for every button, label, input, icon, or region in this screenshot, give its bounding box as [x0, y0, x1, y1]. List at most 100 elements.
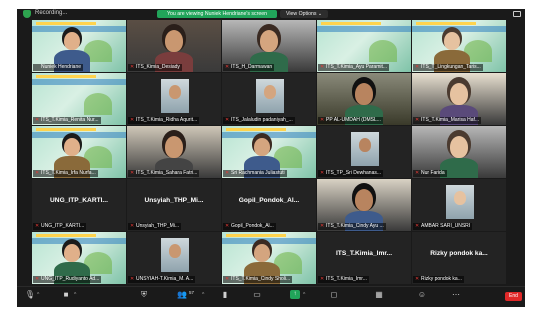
participant-tile[interactable]: ✕ Nur Farida: [412, 126, 506, 178]
participant-face: [355, 83, 373, 105]
participant-tile[interactable]: ✕ ITS_H_Darmawan: [222, 20, 316, 72]
participant-tile[interactable]: ✕ ITS_TP_Sri Dewhanas...: [317, 126, 411, 178]
participant-nameplate: ✕ Nur Farida: [413, 170, 447, 177]
video-camera-icon[interactable]: ■: [59, 290, 73, 300]
mic-muted-icon: ✕: [320, 223, 325, 229]
participants-chevron-icon[interactable]: ^: [202, 292, 204, 298]
participant-tile[interactable]: ✕ ITS_T.Kimia_Irfa Nurfa...: [32, 126, 126, 178]
video-options-chevron-icon[interactable]: ^: [74, 292, 76, 298]
view-options-button[interactable]: View Options ⌄: [280, 10, 329, 18]
participant-nameplate: ✕ ITS_Jalaludin padaniyah_...: [223, 117, 295, 124]
participant-tile[interactable]: ✕ ITS_T.Kimia_Ayu Paramit...: [317, 20, 411, 72]
mic-muted-icon: ✕: [225, 170, 230, 176]
participant-nameplate: ✕ ITS_H_Darmawan: [223, 64, 275, 71]
participant-name: ITS_T.Kimia_Marisa Haf...: [421, 117, 480, 123]
participants-count: 57: [189, 290, 195, 295]
participant-tile[interactable]: ✕ ITS_T.Kimia_Sahara Fatri...: [127, 126, 221, 178]
participant-tile[interactable]: ✕ ITS_Jalaludin padaniyah_...: [222, 73, 316, 125]
participant-name: ITS_T.Kimia_Renita Nur...: [41, 117, 99, 123]
chat-icon[interactable]: ▭: [250, 290, 264, 300]
mic-muted-icon: ✕: [225, 117, 230, 123]
mic-muted-icon: ✕: [130, 64, 135, 70]
participants-icon[interactable]: 👥: [175, 290, 189, 300]
participant-nameplate: ✕ ITS_T.Kimia_Ridha Aqurit...: [128, 117, 200, 124]
participant-tile[interactable]: Nuniek Hendriane: [32, 20, 126, 72]
participant-nameplate: Nuniek Hendriane: [33, 64, 84, 71]
security-shield-icon[interactable]: [23, 10, 31, 18]
participant-tile[interactable]: ✕ Sri Rachmania Juliastuti: [222, 126, 316, 178]
mic-muted-icon: ✕: [320, 170, 325, 176]
participant-tile[interactable]: ✕ ITS_Kimia_Desiady: [127, 20, 221, 72]
audio-options-chevron-icon[interactable]: ^: [37, 292, 39, 298]
slide-header-band: [226, 234, 286, 237]
participant-name-center: Unsyiah_THP_Mi...: [144, 197, 204, 204]
participant-tile[interactable]: ✕ UNG_ITP_Rudiyanto Ad...: [32, 232, 126, 284]
participant-face: [355, 189, 373, 211]
participant-nameplate: ✕ ITS_T.Kimia_Sahara Fatri...: [128, 170, 200, 177]
participant-face: [254, 138, 270, 156]
participant-nameplate: ✕ ITS_T.Kimia_Imr...: [318, 276, 369, 283]
participant-tile[interactable]: Unsyiah_THP_Mi... ✕ Unsyiah_THP_Mi...: [127, 179, 221, 231]
record-icon[interactable]: ◻: [327, 290, 341, 300]
breakout-rooms-icon[interactable]: ▦: [372, 290, 386, 300]
participant-tile[interactable]: Gopil_Pondok_Al... ✕ Gopil_Pondok_Al...: [222, 179, 316, 231]
participant-tile[interactable]: ✕ PP AL-UMDAH (DMSL...: [317, 73, 411, 125]
participant-face: [254, 244, 270, 262]
mic-muted-icon: ✕: [415, 117, 420, 123]
photo-face: [264, 85, 276, 99]
mic-muted-icon: ✕: [35, 223, 40, 229]
mic-muted-icon: ✕: [130, 276, 135, 282]
participant-tile[interactable]: ✕ ITS_T.Kimia_Ridha Aqurit...: [127, 73, 221, 125]
gallery-view-icon[interactable]: [513, 11, 521, 17]
participant-name: Nuniek Hendriane: [41, 64, 82, 70]
participant-name: ITS_T.Kimia_Ayu Paramit...: [326, 64, 388, 70]
more-options-icon[interactable]: ⋯: [449, 290, 463, 300]
participant-nameplate: ✕ Gopil_Pondok_Al...: [223, 223, 276, 230]
participant-nameplate: ✕ Unsyiah_THP_Mi...: [128, 223, 182, 230]
slide-header-band: [36, 22, 96, 25]
slide-header-band: [226, 128, 286, 131]
slide-header-band: [36, 234, 96, 237]
participant-nameplate: ✕ Rizky pondok ka...: [413, 276, 464, 283]
mic-muted-icon: ✕: [225, 64, 230, 70]
participant-tile[interactable]: ✕ ITS_T.Kimia_Cindy Ayu ...: [317, 179, 411, 231]
participant-tile[interactable]: ✕ ITS_T_Lingkungan_Taris...: [412, 20, 506, 72]
share-screen-button[interactable]: ↑: [290, 290, 300, 299]
participant-face: [165, 30, 183, 52]
participant-name: ITS_T.Kimia_Cindy Ayu ...: [326, 223, 384, 229]
participant-name: UNG_ITP_Rudiyanto Ad...: [41, 276, 100, 282]
participant-tile[interactable]: ✕ ITS_T.Kimia_Cindy Sholi...: [222, 232, 316, 284]
participant-tile[interactable]: ITS_T.Kimia_Imr... ✕ ITS_T.Kimia_Imr...: [317, 232, 411, 284]
reactions-icon[interactable]: ☺: [415, 290, 429, 300]
participant-name: PP AL-UMDAH (DMSL...: [326, 117, 381, 123]
share-chevron-icon[interactable]: ^: [303, 292, 305, 298]
participant-tile[interactable]: ✕ ITS_T.Kimia_Renita Nur...: [32, 73, 126, 125]
participant-nameplate: ✕ ITS_T.Kimia_Marisa Haf...: [413, 117, 482, 124]
participant-nameplate: ✕ PP AL-UMDAH (DMSL...: [318, 117, 383, 124]
participant-name: UNSYIAH-T.Kimia_M. A...: [136, 276, 194, 282]
mic-muted-icon: ✕: [225, 223, 230, 229]
end-meeting-button[interactable]: End: [505, 292, 522, 301]
participant-nameplate: ✕ AMBAR SARI_UNSRI: [413, 223, 473, 230]
mic-muted-icon: ✕: [320, 276, 325, 282]
meeting-toolbar: 🎙 ^ ■ ^ ⛨ 👥 57 ^ ▮ ▭ ↑ ^ ◻ ▦ ☺ ⋯ End: [17, 286, 525, 307]
participant-face: [64, 138, 80, 156]
security-icon[interactable]: ⛨: [137, 290, 151, 300]
photo-face: [454, 191, 466, 205]
participant-name-center: UNG_ITP_KARTI...: [50, 197, 108, 204]
mute-mic-icon[interactable]: 🎙: [23, 290, 37, 300]
participant-name: Unsyiah_THP_Mi...: [136, 223, 180, 229]
participant-tile[interactable]: UNG_ITP_KARTI... ✕ UNG_ITP_KARTI...: [32, 179, 126, 231]
zoom-window: Recording... You are viewing Nuniek Hend…: [17, 9, 525, 307]
participant-tile[interactable]: ✕ ITS_T.Kimia_Marisa Haf...: [412, 73, 506, 125]
participant-tile[interactable]: ✕ UNSYIAH-T.Kimia_M. A...: [127, 232, 221, 284]
photo-face: [169, 244, 181, 258]
participant-face: [450, 136, 468, 158]
participant-tile[interactable]: Rizky pondok ka... ✕ Rizky pondok ka...: [412, 232, 506, 284]
participant-face: [450, 83, 468, 105]
participant-name: Gopil_Pondok_Al...: [231, 223, 274, 229]
photo-face: [169, 85, 181, 99]
participant-tile[interactable]: ✕ AMBAR SARI_UNSRI: [412, 179, 506, 231]
polls-icon[interactable]: ▮: [218, 290, 232, 300]
participant-name-center: Gopil_Pondok_Al...: [238, 197, 300, 204]
